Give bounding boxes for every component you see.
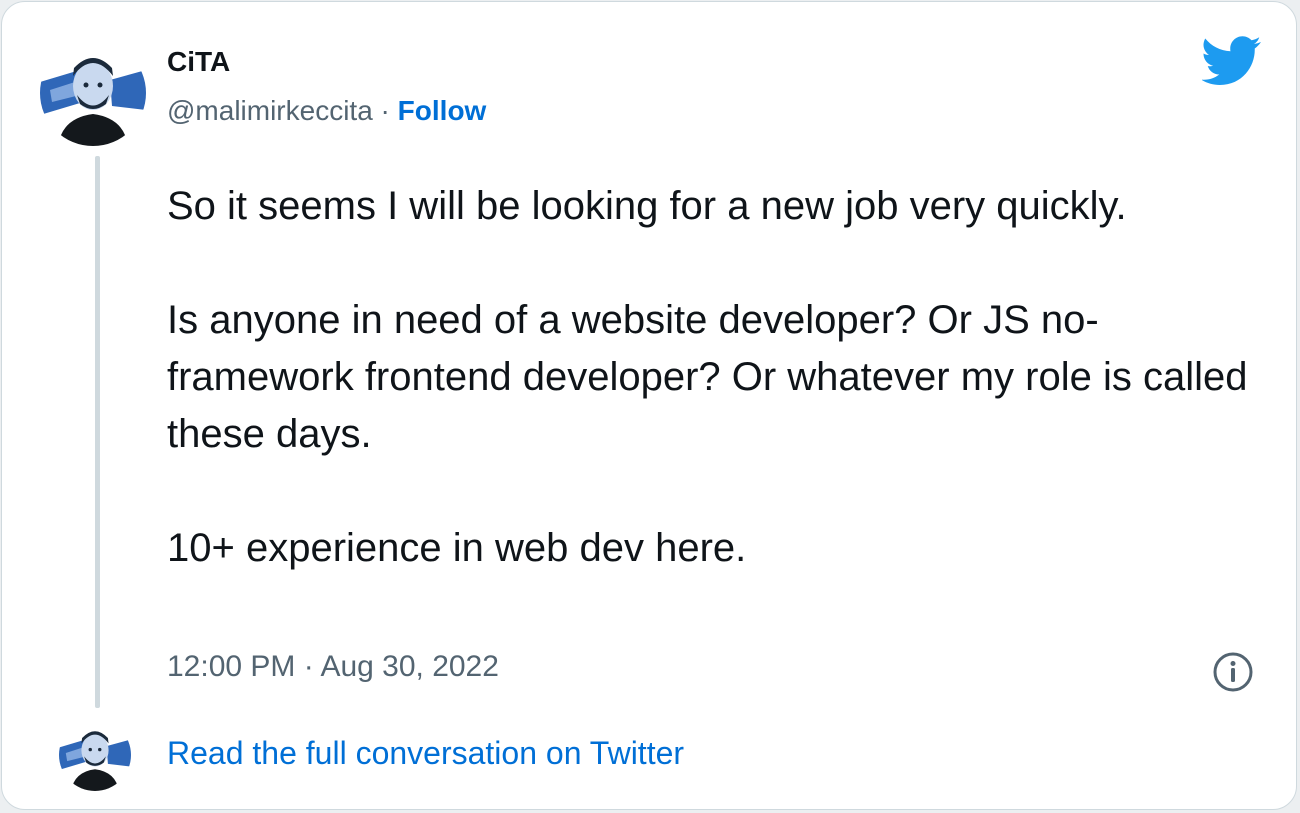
tweet-text: So it seems I will be looking for a new …	[167, 184, 1248, 570]
avatar-small-image	[59, 719, 131, 791]
tweet-time[interactable]: 12:00 PM	[167, 650, 295, 683]
follow-link[interactable]: Follow	[398, 95, 487, 126]
display-name[interactable]: CiTA	[167, 46, 230, 78]
avatar[interactable]	[40, 40, 146, 146]
avatar-small[interactable]	[59, 719, 131, 791]
handle-row: @malimirkeccita · Follow	[167, 95, 486, 127]
handle[interactable]: @malimirkeccita	[167, 95, 373, 126]
read-full-conversation-link[interactable]: Read the full conversation on Twitter	[167, 735, 684, 772]
tweet-date[interactable]: Aug 30, 2022	[320, 650, 499, 683]
info-icon[interactable]	[1212, 651, 1254, 693]
twitter-bird-icon[interactable]	[1202, 36, 1262, 86]
avatar-image	[40, 40, 146, 146]
handle-separator: ·	[372, 95, 398, 126]
tweet-card: CiTA @malimirkeccita · Follow So it seem…	[1, 1, 1297, 810]
timestamp[interactable]: 12:00 PM · Aug 30, 2022	[167, 650, 499, 684]
date-separator: ·	[295, 650, 321, 683]
thread-line	[95, 156, 100, 708]
